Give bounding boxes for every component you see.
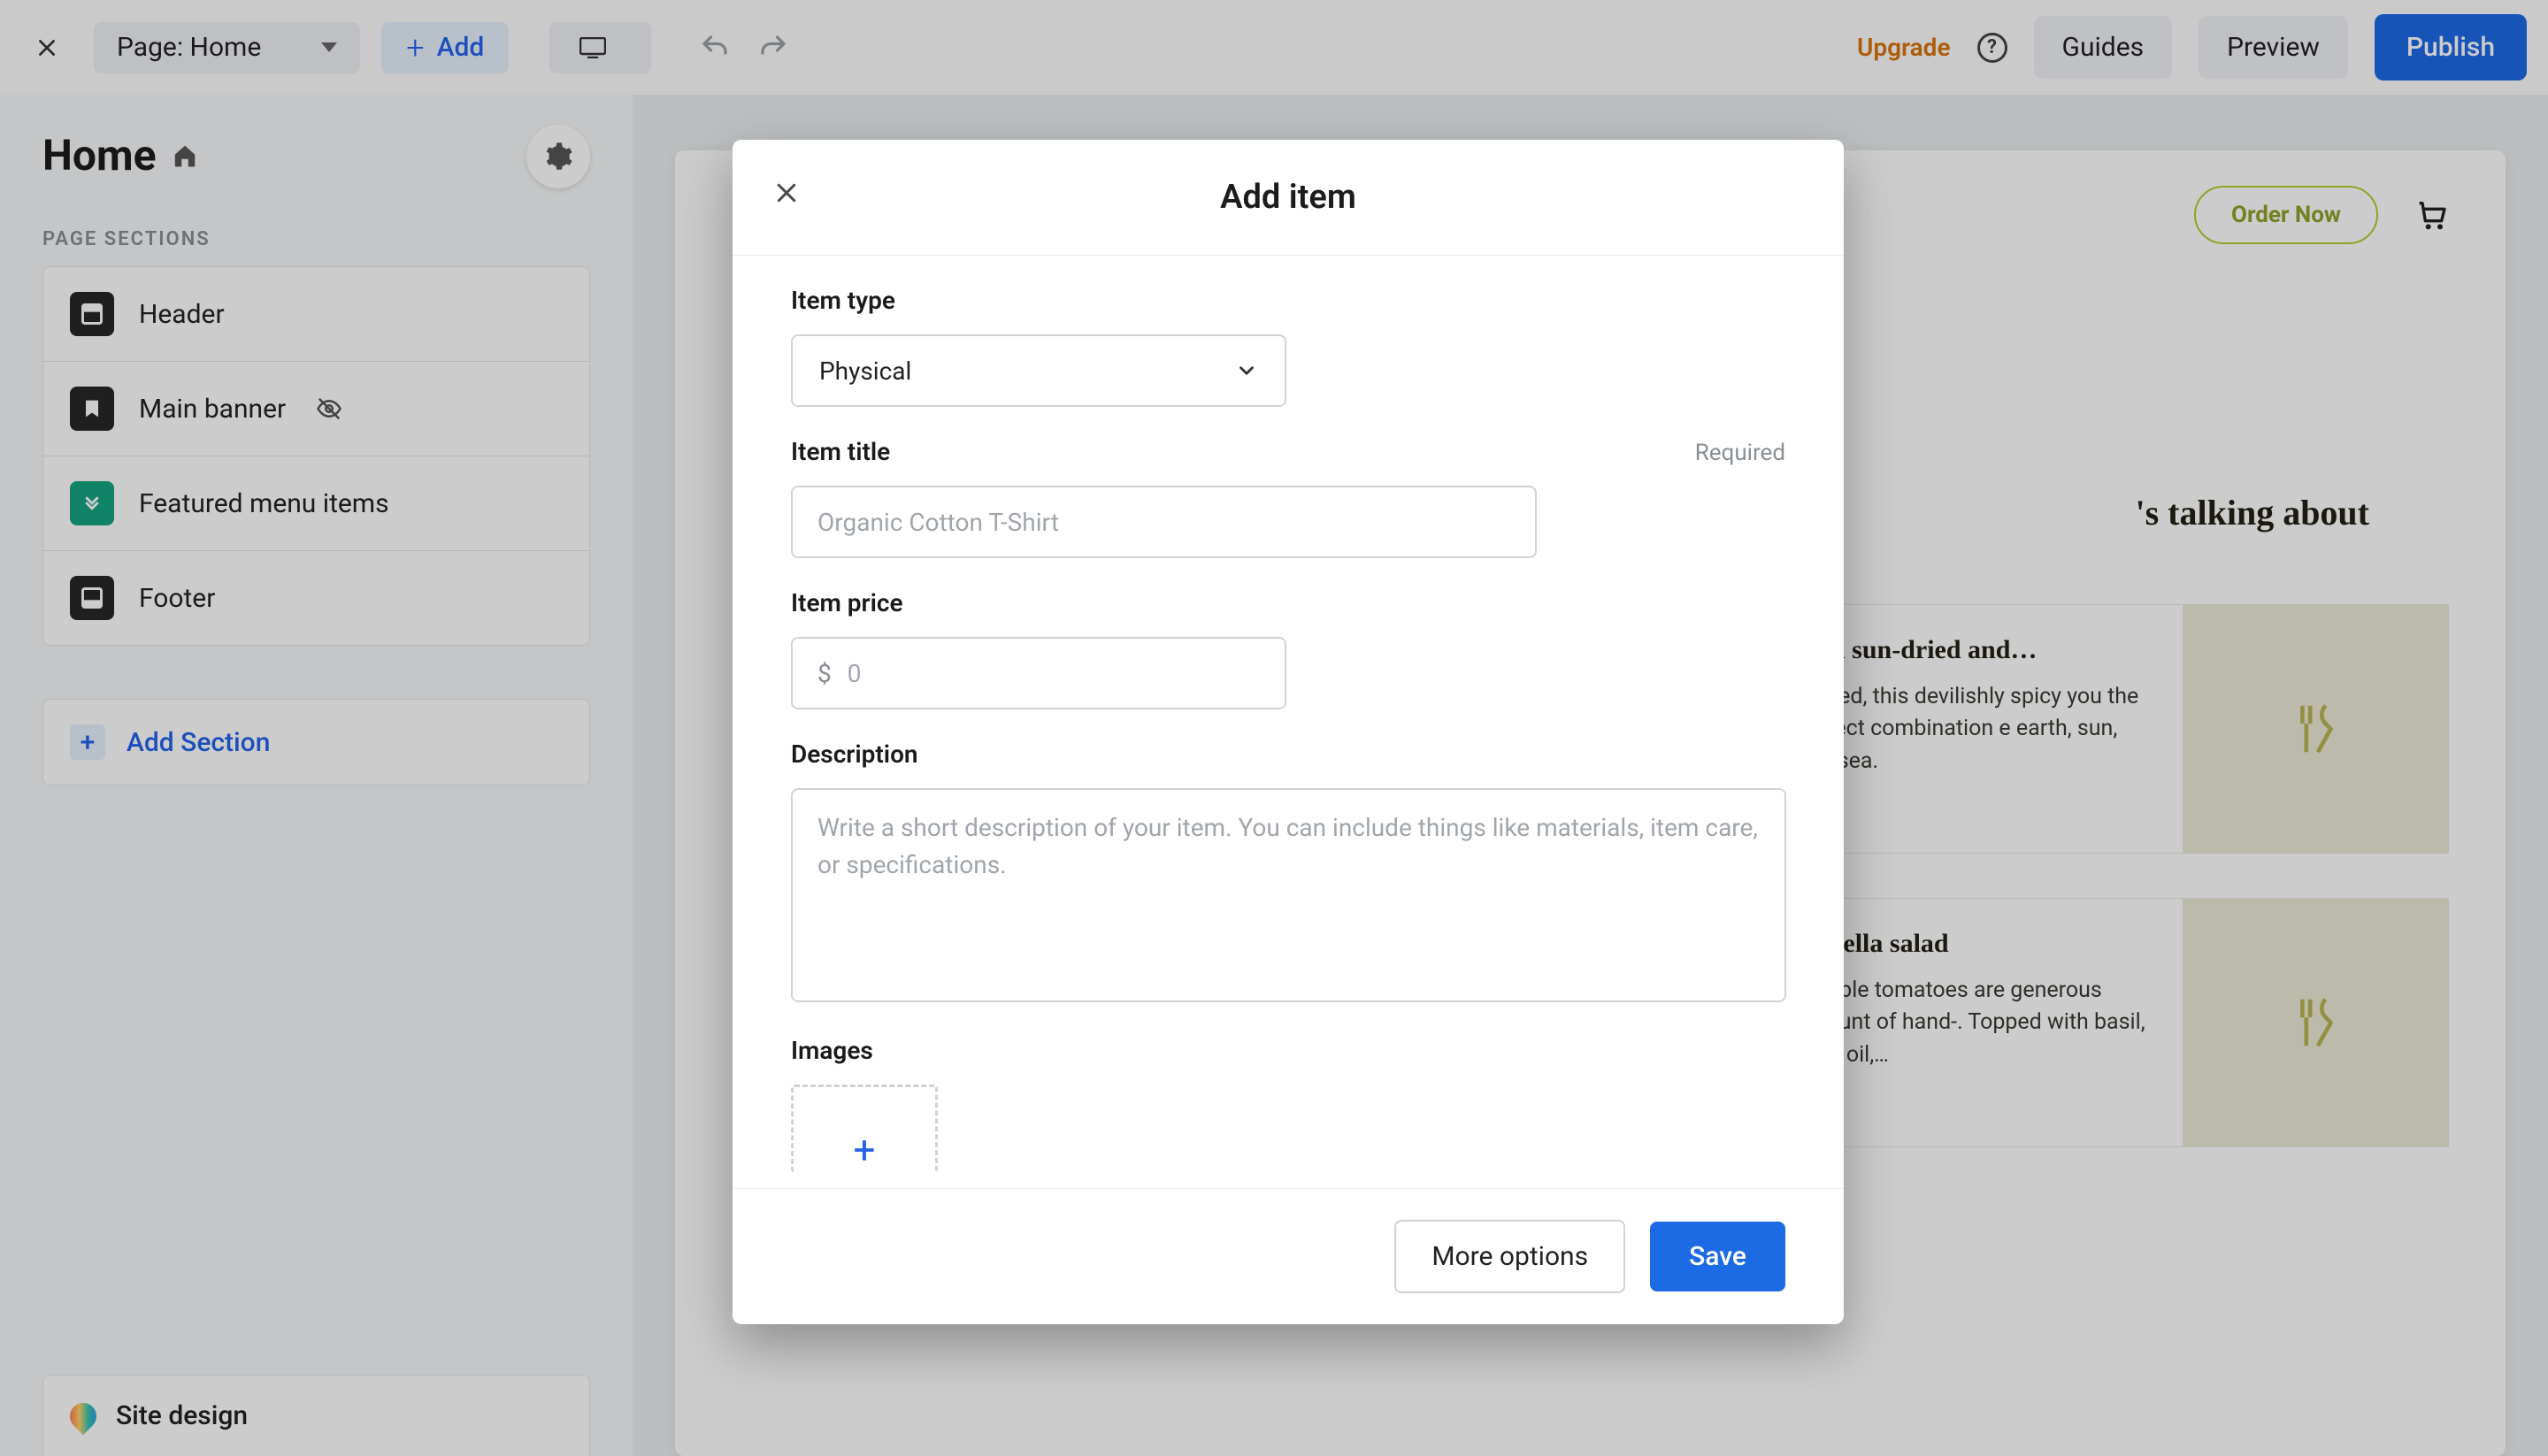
item-price-input[interactable]	[848, 659, 1260, 688]
modal-body: Item type Physical Item title Required I…	[733, 255, 1844, 1188]
more-options-button[interactable]: More options	[1394, 1220, 1625, 1293]
chevron-down-icon	[1235, 359, 1258, 382]
required-hint: Required	[1695, 440, 1785, 466]
add-item-modal: Add item Item type Physical Item title R…	[733, 140, 1844, 1324]
field-description: Description	[791, 709, 1785, 1006]
field-item-title: Item title Required	[791, 407, 1785, 558]
field-item-type: Item type Physical	[791, 256, 1785, 407]
field-item-price: Item price $	[791, 558, 1785, 709]
description-label: Description	[791, 739, 1785, 769]
modal-title: Add item	[1220, 178, 1356, 217]
images-label: Images	[791, 1036, 1785, 1065]
currency-symbol: $	[817, 659, 832, 688]
add-image-button[interactable]: +	[791, 1084, 938, 1173]
item-type-select[interactable]: Physical	[791, 334, 1286, 407]
close-icon	[773, 180, 800, 206]
modal-header: Add item	[733, 140, 1844, 255]
modal-close-button[interactable]	[773, 180, 809, 215]
field-images: Images +	[791, 1006, 1785, 1173]
description-input[interactable]	[791, 788, 1786, 1002]
item-price-label: Item price	[791, 588, 1785, 617]
item-type-value: Physical	[819, 356, 911, 386]
item-title-input[interactable]	[791, 486, 1537, 558]
item-type-label: Item type	[791, 286, 1785, 315]
item-title-label: Item title	[791, 437, 890, 466]
save-button[interactable]: Save	[1650, 1222, 1785, 1291]
item-price-input-wrapper[interactable]: $	[791, 637, 1286, 709]
modal-footer: More options Save	[733, 1188, 1844, 1324]
plus-icon: +	[854, 1127, 876, 1173]
